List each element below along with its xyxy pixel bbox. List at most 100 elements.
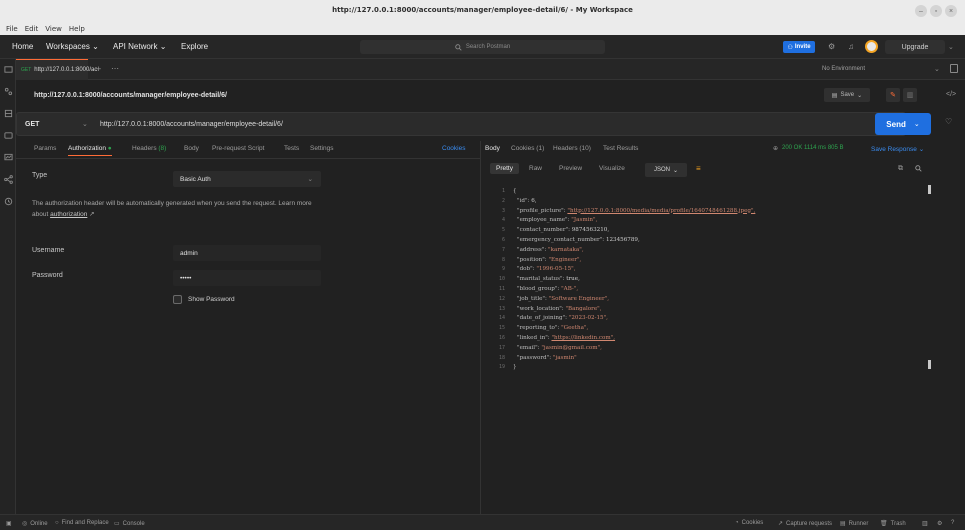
menu-help[interactable]: Help: [69, 25, 85, 33]
copy-icon[interactable]: ⧉: [898, 165, 903, 173]
apis-icon[interactable]: [4, 87, 13, 96]
new-tab-button[interactable]: +: [96, 64, 101, 74]
password-input[interactable]: •••••: [173, 270, 321, 286]
search-icon[interactable]: [915, 165, 922, 172]
find-replace-button[interactable]: ○ Find and Replace: [55, 520, 109, 526]
tab-authorization[interactable]: Authorization ●: [68, 145, 112, 156]
send-button[interactable]: Send ⌄: [875, 113, 931, 135]
tab-settings[interactable]: Settings: [310, 145, 334, 152]
chevron-down-icon[interactable]: ⌄: [934, 65, 940, 73]
code-line: "work_location": "Bangalore",: [517, 306, 602, 312]
learn-more-link[interactable]: authorization: [50, 211, 87, 218]
response-tab-body[interactable]: Body: [485, 145, 500, 152]
format-pretty[interactable]: Pretty: [490, 163, 519, 174]
request-title[interactable]: http://127.0.0.1:8000/accounts/manager/e…: [34, 92, 227, 99]
environment-quick-look-icon[interactable]: [950, 64, 958, 73]
home-link[interactable]: Home: [12, 42, 33, 51]
flows-icon[interactable]: [4, 175, 13, 184]
code-icon[interactable]: </>: [946, 91, 956, 98]
request-tab[interactable]: GET http://127.0.0.1:8000/ac: [16, 59, 97, 80]
menu-bar: File Edit View Help: [0, 22, 965, 35]
menu-view[interactable]: View: [45, 25, 62, 33]
workspaces-menu[interactable]: Workspaces ⌄: [46, 42, 99, 51]
json-link-value[interactable]: "http://127.0.0.1:8000/media/media/profi…: [567, 208, 755, 214]
tab-prerequest-script[interactable]: Pre-request Script: [212, 145, 264, 152]
json-link-value[interactable]: "https://linkedin.com",: [551, 335, 615, 341]
tab-params[interactable]: Params: [34, 145, 56, 152]
comments-icon[interactable]: ♡: [945, 117, 952, 126]
trash-button[interactable]: 🗑 Trash: [880, 520, 906, 528]
format-raw[interactable]: Raw: [529, 165, 542, 172]
code-line: "marital_status": true,: [517, 276, 580, 282]
collections-icon[interactable]: [4, 65, 13, 74]
username-input[interactable]: admin: [173, 245, 321, 261]
tab-headers[interactable]: Headers (8): [132, 145, 166, 152]
auth-type-dropdown[interactable]: Basic Auth ⌄: [173, 171, 321, 187]
line-number: 1: [501, 188, 505, 194]
api-network-menu[interactable]: API Network ⌄: [113, 42, 166, 51]
save-response-button[interactable]: Save Response ⌄: [871, 145, 924, 153]
format-preview[interactable]: Preview: [559, 165, 582, 172]
sidebar-toggle-icon[interactable]: ▣: [6, 520, 12, 527]
history-icon[interactable]: [4, 197, 13, 206]
menu-file[interactable]: File: [6, 25, 18, 33]
console-button[interactable]: ▭ Console: [114, 520, 145, 528]
chevron-down-icon[interactable]: ⌄: [82, 120, 88, 128]
layout-icon[interactable]: ▥: [922, 520, 928, 527]
edit-button[interactable]: ✎: [886, 88, 900, 102]
invite-button[interactable]: ⚇ Invite: [783, 41, 815, 53]
monitors-icon[interactable]: [4, 153, 13, 162]
cookies-button[interactable]: ◔ Cookies: [735, 520, 763, 526]
request-tab-bar: GET http://127.0.0.1:8000/ac + ⋯ No Envi…: [16, 59, 965, 80]
capture-requests-button[interactable]: ↗ Capture requests: [778, 520, 832, 528]
username-value: admin: [180, 249, 198, 257]
json-key: "id":: [517, 197, 532, 204]
show-password-checkbox[interactable]: Show Password: [173, 295, 235, 304]
scrollbar-thumb[interactable]: [928, 185, 931, 194]
save-button[interactable]: ▤ Save ⌄: [824, 88, 870, 102]
help-icon[interactable]: ?: [951, 520, 954, 526]
method-selector[interactable]: GET: [25, 121, 39, 128]
minimize-button[interactable]: –: [915, 5, 927, 17]
documentation-button[interactable]: ▥: [903, 88, 917, 102]
cookies-label: Cookies: [741, 520, 764, 526]
wrap-lines-icon[interactable]: ≡: [696, 164, 701, 173]
environments-icon[interactable]: [4, 109, 13, 118]
close-window-button[interactable]: ×: [945, 5, 957, 17]
mock-servers-icon[interactable]: [4, 131, 13, 140]
line-number: 17: [498, 344, 505, 351]
chevron-down-icon[interactable]: ⌄: [948, 43, 954, 51]
response-tab-cookies[interactable]: Cookies (1): [511, 145, 544, 152]
online-status[interactable]: ◎ Online: [22, 520, 48, 528]
json-key: "linked_in":: [517, 335, 552, 341]
bell-icon[interactable]: ♫: [848, 42, 854, 51]
line-number: 14: [498, 315, 505, 322]
response-tab-headers[interactable]: Headers (10): [553, 145, 591, 152]
upgrade-button[interactable]: Upgrade: [885, 40, 945, 54]
response-tab-test-results[interactable]: Test Results: [603, 145, 638, 152]
url-input[interactable]: http://127.0.0.1:8000/accounts/manager/e…: [100, 121, 283, 128]
menu-edit[interactable]: Edit: [25, 25, 39, 33]
format-visualize[interactable]: Visualize: [599, 165, 625, 172]
settings-icon[interactable]: ⚙: [937, 520, 942, 527]
scrollbar-thumb[interactable]: [928, 360, 931, 369]
trash-icon: 🗑: [880, 521, 888, 527]
tab-body[interactable]: Body: [184, 145, 199, 152]
maximize-button[interactable]: ▫: [930, 5, 942, 17]
avatar[interactable]: [865, 40, 878, 53]
response-time: 1114 ms: [804, 145, 827, 151]
response-body[interactable]: 1 {2 "id": 6, 3 "profile_picture": "http://1…: [481, 185, 921, 385]
runner-button[interactable]: ▤ Runner: [840, 520, 868, 528]
tab-options-button[interactable]: ⋯: [111, 64, 119, 73]
environment-selector[interactable]: No Environment: [822, 66, 865, 72]
settings-sync-icon[interactable]: ⚙: [828, 42, 835, 51]
search-bar[interactable]: Search Postman: [360, 40, 605, 54]
json-value: "karnataka",: [548, 246, 584, 253]
line-number: 9: [501, 266, 505, 273]
explore-link[interactable]: Explore: [181, 42, 208, 51]
cookies-link[interactable]: Cookies: [442, 145, 465, 152]
tab-tests[interactable]: Tests: [284, 145, 299, 152]
language-selector[interactable]: JSON ⌄: [645, 163, 687, 177]
authorization-panel: Type Basic Auth ⌄ The authorization head…: [16, 160, 480, 514]
chevron-down-icon: ⌄: [918, 146, 925, 153]
